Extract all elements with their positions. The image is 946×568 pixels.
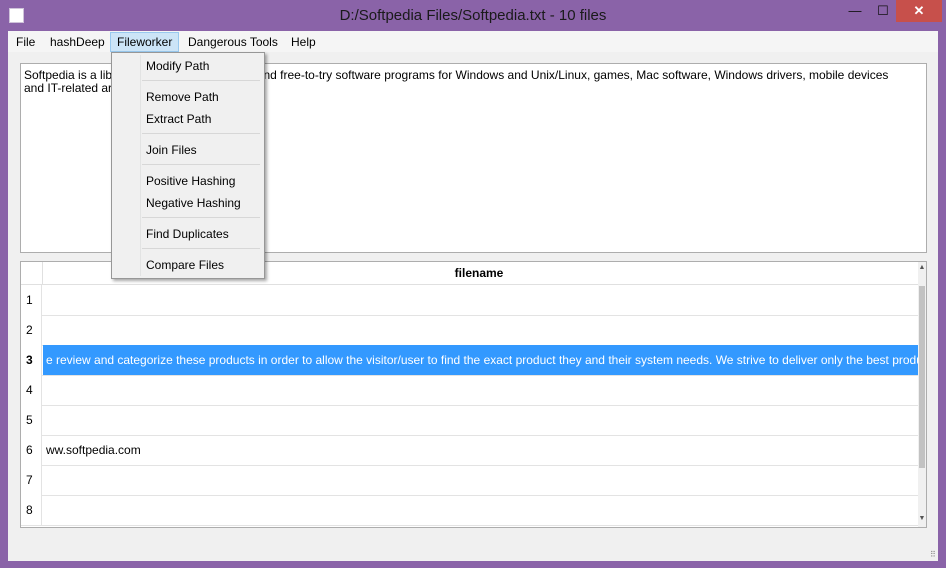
row-number[interactable]: 1 <box>21 285 42 315</box>
row-number[interactable]: 6 <box>21 435 42 465</box>
table-row-selected[interactable]: 3 e review and categorize these products… <box>21 345 918 376</box>
scroll-down-arrow-icon[interactable]: ▼ <box>918 515 926 525</box>
menu-bar: File hashDeep Fileworker Dangerous Tools… <box>8 31 938 52</box>
table-corner[interactable] <box>21 262 43 284</box>
maximize-button[interactable]: ☐ <box>870 0 896 22</box>
vertical-scrollbar[interactable]: ▲ ▼ <box>918 262 926 527</box>
menu-item-find-duplicates[interactable]: Find Duplicates <box>146 224 229 244</box>
scroll-up-arrow-icon[interactable]: ▲ <box>918 264 926 274</box>
filename-cell[interactable]: e review and categorize these products i… <box>43 345 918 375</box>
table-row[interactable]: 6 ww.softpedia.com <box>21 435 918 466</box>
filename-cell[interactable] <box>43 465 918 495</box>
menu-gutter <box>140 55 141 276</box>
scroll-thumb[interactable] <box>919 286 925 468</box>
resize-grip-icon[interactable]: ⠿ <box>930 550 938 559</box>
table-row[interactable]: 2 <box>21 315 918 346</box>
menu-item-positive-hashing[interactable]: Positive Hashing <box>146 171 235 191</box>
filename-cell[interactable] <box>43 375 918 405</box>
filename-cell[interactable] <box>43 495 918 525</box>
row-number[interactable]: 2 <box>21 315 42 345</box>
filename-cell[interactable] <box>43 285 918 315</box>
window-title: D:/Softpedia Files/Softpedia.txt - 10 fi… <box>339 7 607 24</box>
close-button[interactable]: ✕ <box>896 0 942 22</box>
menu-separator <box>142 133 260 134</box>
table-row[interactable]: 8 <box>21 495 918 526</box>
row-number[interactable]: 5 <box>21 405 42 435</box>
menu-item-extract-path[interactable]: Extract Path <box>146 109 211 129</box>
table-row[interactable]: 5 <box>21 405 918 436</box>
menu-separator <box>142 80 260 81</box>
menu-hashdeep[interactable]: hashDeep <box>44 33 111 51</box>
menu-separator <box>142 164 260 165</box>
menu-item-remove-path[interactable]: Remove Path <box>146 87 219 107</box>
file-table[interactable]: filename 1 2 3 e review and categorize t… <box>20 261 927 528</box>
menu-item-join-files[interactable]: Join Files <box>146 140 197 160</box>
filename-cell[interactable] <box>43 315 918 345</box>
menu-separator <box>142 217 260 218</box>
menu-help[interactable]: Help <box>285 33 322 51</box>
table-row[interactable]: 4 <box>21 375 918 406</box>
table-row[interactable]: 7 <box>21 465 918 496</box>
minimize-button[interactable]: — <box>840 0 870 22</box>
row-number[interactable]: 7 <box>21 465 42 495</box>
row-number[interactable]: 4 <box>21 375 42 405</box>
menu-item-compare-files[interactable]: Compare Files <box>146 255 224 275</box>
menu-item-negative-hashing[interactable]: Negative Hashing <box>146 193 241 213</box>
row-number[interactable]: 3 <box>21 345 42 375</box>
filename-cell[interactable] <box>43 405 918 435</box>
row-number[interactable]: 8 <box>21 495 42 525</box>
fileworker-dropdown-menu: Modify Path Remove Path Extract Path Joi… <box>111 52 265 279</box>
menu-separator <box>142 248 260 249</box>
menu-dangerous-tools[interactable]: Dangerous Tools <box>182 33 284 51</box>
menu-item-modify-path[interactable]: Modify Path <box>146 56 209 76</box>
title-bar: D:/Softpedia Files/Softpedia.txt - 10 fi… <box>0 0 946 31</box>
filename-cell[interactable]: ww.softpedia.com <box>43 435 918 465</box>
menu-fileworker[interactable]: Fileworker <box>110 32 180 52</box>
table-row[interactable]: 1 <box>21 285 918 316</box>
menu-file[interactable]: File <box>10 33 41 51</box>
